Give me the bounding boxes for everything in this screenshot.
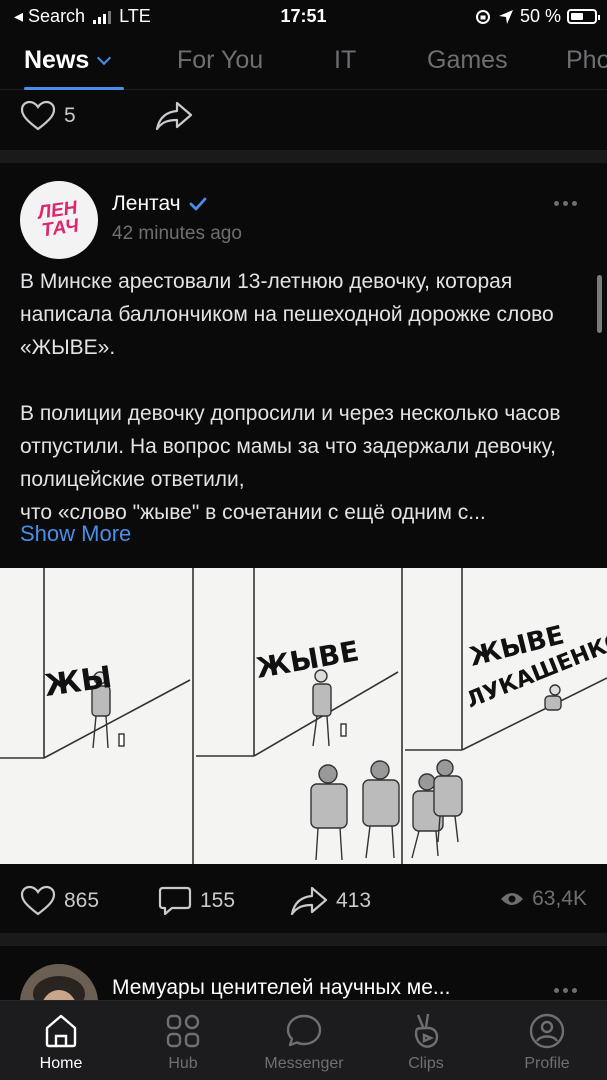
profile-icon — [529, 1013, 565, 1049]
bottom-navigation: Home Hub Messenger Clips Profile — [0, 1000, 607, 1080]
tab-photos[interactable]: Pho — [566, 46, 607, 75]
home-icon — [45, 1014, 77, 1048]
avatar-photo — [20, 964, 98, 1004]
like-count: 5 — [64, 104, 76, 127]
heart-icon — [20, 885, 56, 916]
more-options-icon[interactable] — [554, 201, 577, 206]
author-name-row[interactable]: Лентач — [112, 192, 207, 216]
grid-icon — [166, 1014, 200, 1048]
previous-post-actions: 5 — [0, 92, 607, 150]
status-bar: ◂ Search LTE 17:51 50 % — [0, 0, 607, 36]
views-counter: 63,4K — [500, 887, 587, 911]
share-button[interactable] — [155, 100, 193, 132]
news-post: ЛЕН ТАЧ Лентач 42 minutes ago В Минске а… — [0, 163, 607, 933]
post-image-comic[interactable]: ЖЫ ЖЫВЕ ЖЫВЕ ЛУКАШЕНКО — [0, 568, 607, 864]
like-count: 865 — [64, 889, 100, 912]
avatar-logo-text: ЛЕН ТАЧ — [36, 197, 81, 242]
comic-caption: ЖЫВЕ — [253, 634, 361, 685]
comic-drawing: ЖЫ ЖЫВЕ ЖЫВЕ ЛУКАШЕНКО — [0, 568, 607, 864]
feed-tabs: News For You IT Games Pho — [0, 36, 607, 90]
next-post-preview[interactable]: Мемуары ценителей научных ме... — [0, 946, 607, 1004]
active-tab-indicator — [24, 87, 124, 90]
post-paragraph: В Минске арестовали 13-летнюю девочку, к… — [20, 270, 554, 359]
author-avatar[interactable] — [20, 964, 98, 1004]
battery-percent: 50 % — [519, 6, 561, 26]
chevron-down-icon — [97, 50, 112, 66]
share-arrow-icon — [290, 886, 328, 916]
nav-profile[interactable]: Profile — [497, 1011, 597, 1073]
post-separator — [0, 933, 607, 946]
nav-clips-label: Clips — [408, 1055, 444, 1072]
heart-icon — [20, 100, 56, 131]
tab-news-label: News — [24, 46, 90, 74]
show-more-link[interactable]: Show More — [20, 521, 131, 547]
like-button[interactable]: 5 — [20, 100, 76, 132]
share-arrow-icon — [155, 101, 193, 131]
nav-home[interactable]: Home — [11, 1011, 111, 1073]
tab-news[interactable]: News — [24, 46, 112, 75]
clips-icon — [414, 1013, 439, 1048]
tab-games[interactable]: Games — [427, 46, 508, 75]
eye-icon — [501, 893, 524, 905]
like-button[interactable]: 865 — [20, 885, 99, 917]
nav-messenger-label: Messenger — [264, 1055, 344, 1072]
more-options-icon[interactable] — [554, 988, 577, 993]
comment-button[interactable]: 155 — [158, 885, 235, 917]
chat-icon — [286, 1014, 322, 1047]
post-timestamp: 42 minutes ago — [112, 223, 242, 244]
nav-messenger[interactable]: Messenger — [254, 1011, 354, 1073]
tab-it[interactable]: IT — [334, 46, 356, 75]
post-actions: 865 155 413 63,4K — [0, 873, 607, 929]
tab-for-you[interactable]: For You — [177, 46, 263, 75]
comment-count: 155 — [200, 889, 236, 912]
nav-home-label: Home — [39, 1055, 83, 1072]
post-text: В Минске арестовали 13-летнюю девочку, к… — [20, 265, 590, 529]
orientation-lock-icon — [475, 9, 490, 24]
post-separator — [0, 150, 607, 163]
nav-clips[interactable]: Clips — [376, 1011, 476, 1073]
nav-hub[interactable]: Hub — [133, 1011, 233, 1073]
view-count: 63,4K — [532, 887, 587, 910]
comment-bubble-icon — [158, 886, 192, 916]
author-avatar[interactable]: ЛЕН ТАЧ — [20, 181, 98, 259]
verified-check-icon — [189, 197, 207, 211]
post-paragraph: В полиции девочку допросили и через неск… — [20, 402, 561, 491]
battery-icon — [567, 9, 600, 24]
share-count: 413 — [336, 889, 372, 912]
location-arrow-icon — [498, 9, 513, 24]
nav-hub-label: Hub — [168, 1055, 198, 1072]
next-post-title: Мемуары ценителей научных ме... — [112, 976, 451, 999]
scrollbar[interactable] — [597, 275, 602, 333]
nav-profile-label: Profile — [524, 1055, 570, 1072]
author-name: Лентач — [112, 192, 181, 215]
share-button[interactable]: 413 — [290, 885, 371, 917]
status-right: 50 % — [474, 6, 600, 27]
